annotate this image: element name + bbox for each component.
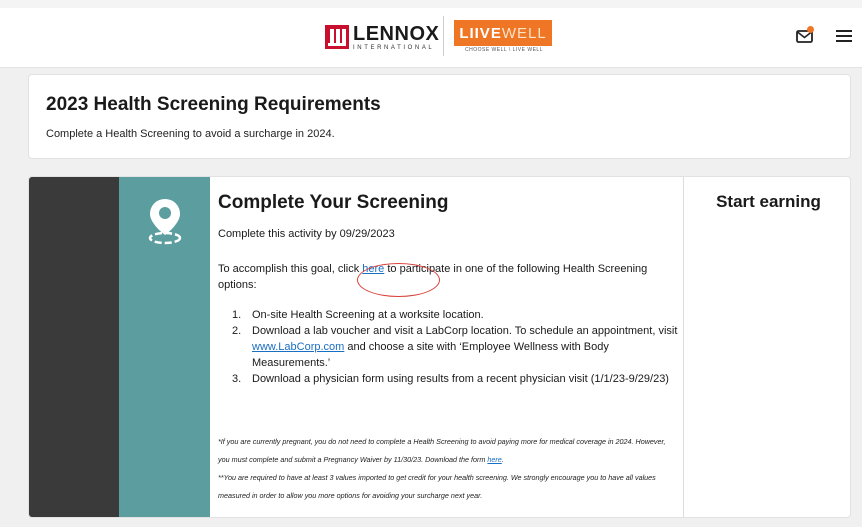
list-item: 1. On-site Health Screening at a worksite…: [218, 307, 678, 323]
pregnancy-note: *If you are currently pregnant, you do n…: [218, 433, 678, 469]
livewell-logo[interactable]: LIIVEWELL: [454, 20, 552, 46]
activity-side-panel: Start earning: [683, 177, 850, 517]
page-title: 2023 Health Screening Requirements: [46, 94, 381, 115]
page-subtitle: Complete a Health Screening to avoid a s…: [46, 128, 335, 140]
activity-intro: To accomplish this goal, click here to p…: [218, 261, 668, 293]
pregnancy-form-link[interactable]: here: [487, 455, 501, 464]
activity-card: Complete Your Screening Complete this ac…: [28, 176, 851, 518]
option-text: Download a physician form using results …: [252, 373, 669, 385]
livewell-wordmark: LIIVEWELL: [459, 25, 546, 42]
lennox-mark-icon: [325, 25, 349, 49]
pregnancy-note-text: *If you are currently pregnant, you do n…: [218, 437, 666, 464]
lennox-wordmark: LENNOX INTERNATIONAL: [353, 24, 439, 51]
activity-due-date: Complete this activity by 09/29/2023: [218, 228, 395, 240]
values-note: **You are required to have at least 3 va…: [218, 473, 656, 500]
menu-button[interactable]: [836, 30, 854, 44]
lennox-logo[interactable]: LENNOX INTERNATIONAL: [325, 22, 439, 52]
activity-title: Complete Your Screening: [218, 192, 449, 213]
program-tagline: CHOOSE WELL \ LIVE WELL: [464, 47, 543, 53]
annotation-circle: [357, 263, 440, 297]
menu-icon: [836, 30, 852, 32]
fine-print: *If you are currently pregnant, you do n…: [218, 433, 678, 505]
pregnancy-note-end: .: [501, 455, 504, 464]
start-earning-heading: Start earning: [716, 192, 821, 211]
activity-main: Complete Your Screening Complete this ac…: [210, 177, 683, 517]
list-number: 3.: [232, 373, 242, 385]
top-strip: [0, 0, 862, 8]
notification-dot: [807, 26, 814, 33]
requirements-card: 2023 Health Screening Requirements Compl…: [28, 74, 851, 159]
list-number: 2.: [232, 325, 242, 337]
logo-divider: [443, 16, 444, 56]
labcorp-link[interactable]: www.LabCorp.com: [252, 341, 344, 353]
location-pin-icon: [148, 199, 182, 245]
option-text: Download a lab voucher and visit a LabCo…: [252, 325, 678, 337]
list-item: 3. Download a physician form using result…: [218, 371, 678, 387]
livewell-live: LIIVE: [459, 24, 502, 42]
activity-dark-band: [29, 177, 119, 517]
list-item: 2. Download a lab voucher and visit a Lab…: [218, 323, 678, 371]
mail-button[interactable]: [794, 26, 814, 44]
intro-text: To accomplish this goal, click: [218, 263, 363, 275]
brand-name: LENNOX: [353, 22, 440, 45]
top-header: LENNOX INTERNATIONAL LIIVEWELL CHOOSE WE…: [0, 0, 862, 68]
screening-options-list: 1. On-site Health Screening at a worksite…: [218, 307, 678, 387]
list-number: 1.: [232, 309, 242, 321]
livewell-well: WELL: [501, 24, 547, 42]
brand-sub: INTERNATIONAL: [353, 44, 435, 51]
option-text: On-site Health Screening at a worksite l…: [252, 309, 484, 321]
